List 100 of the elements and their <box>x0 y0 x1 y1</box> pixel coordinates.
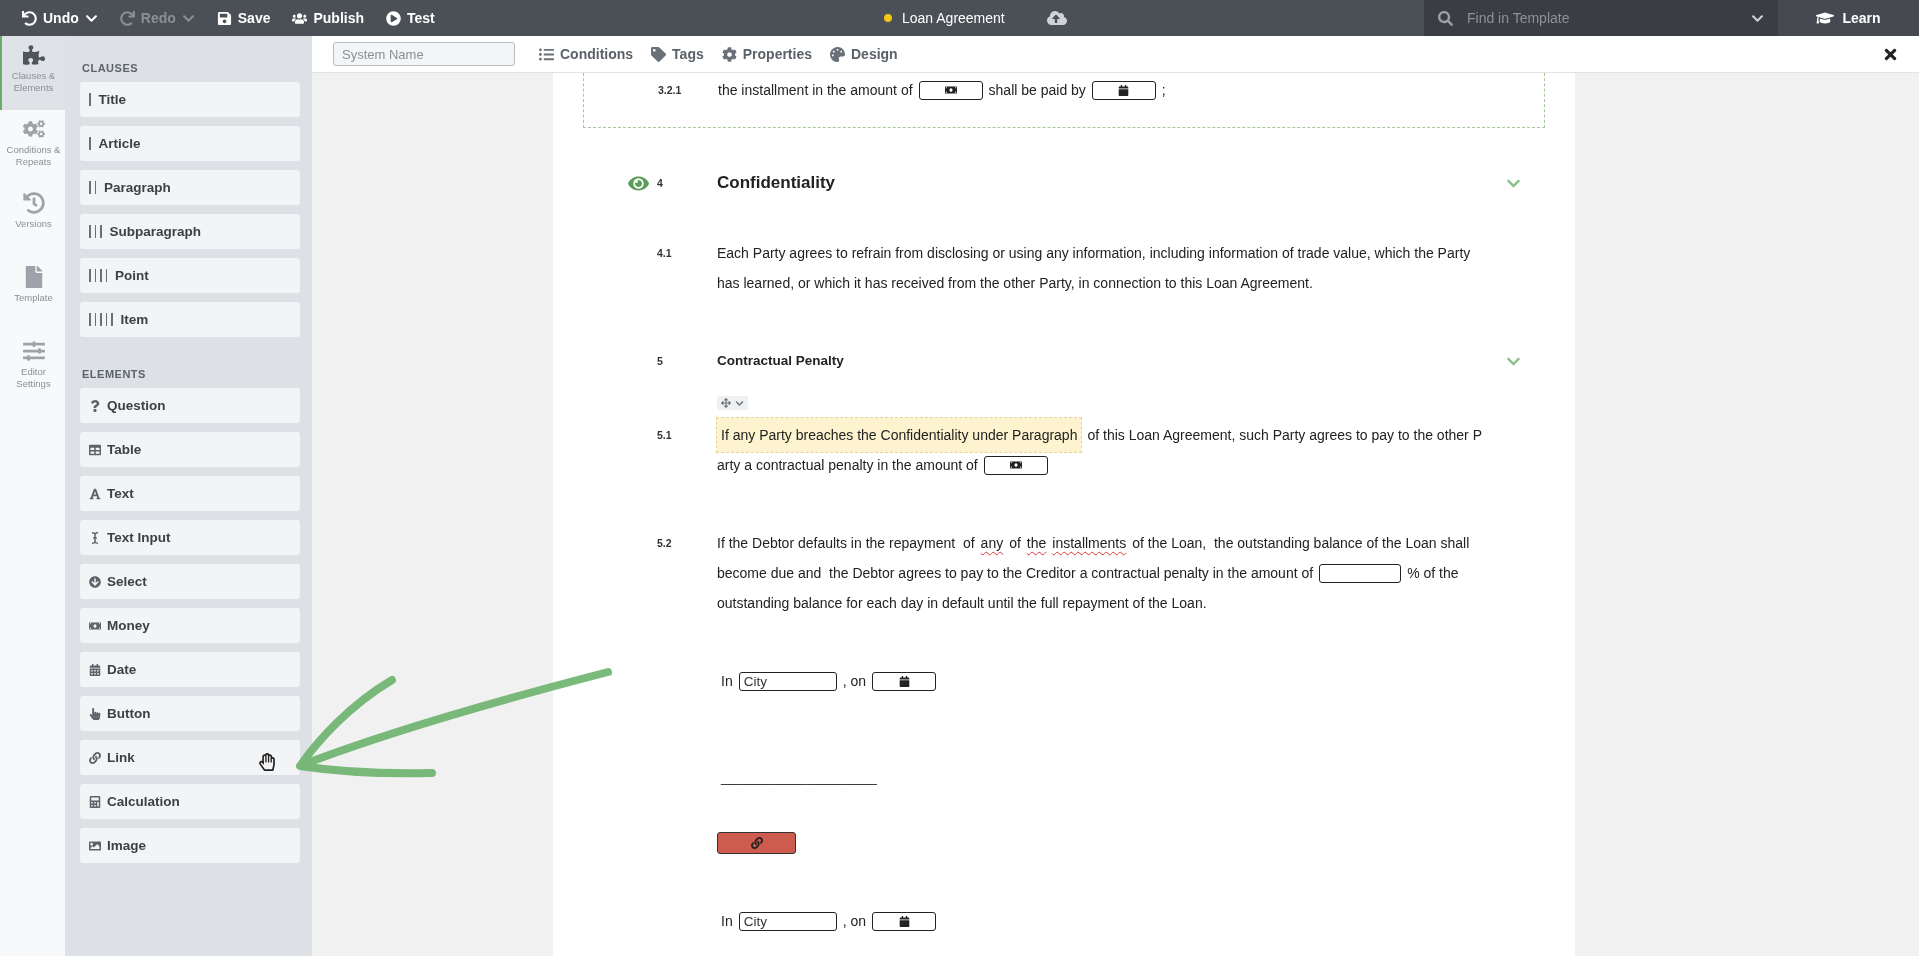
toolbar-button[interactable]: Undo <box>14 6 106 30</box>
palette-item[interactable]: Button <box>80 696 300 731</box>
misspelled-word: any <box>980 534 1004 553</box>
highlighted-text[interactable]: If any Party breaches the Confidentiality under Paragraph <box>717 418 1082 452</box>
palette-item[interactable]: Question <box>80 388 300 423</box>
signature-line: ____________________ <box>719 768 877 787</box>
palette-item[interactable]: Link <box>80 740 300 775</box>
palette-item[interactable]: Text <box>80 476 300 511</box>
caret-icon <box>735 398 744 408</box>
palette-item[interactable]: Select <box>80 564 300 599</box>
clause-text: ; <box>1161 81 1166 100</box>
date-field[interactable] <box>1091 80 1156 100</box>
clause-text: If the Debtor defaults in the repayment of <box>717 534 975 553</box>
clause-text: , on <box>842 912 867 931</box>
tag-icon <box>651 46 667 62</box>
money-icon <box>89 619 101 632</box>
palette-icon <box>830 46 845 62</box>
toolbar-tab[interactable]: Design <box>830 46 898 62</box>
font-icon <box>89 487 101 500</box>
users-icon <box>292 10 308 26</box>
level-bars-icon <box>89 313 115 326</box>
sidebar-tab-label: Clauses & Elements <box>10 70 57 94</box>
date-field[interactable] <box>872 671 937 691</box>
gears-icon <box>22 118 45 140</box>
calendar-icon <box>89 663 101 676</box>
search-icon <box>1438 10 1453 26</box>
clause-text: the installment in the amount of <box>718 81 913 100</box>
clause-text: of this Loan Agreement, such Party agrees to pay to the other P <box>1087 426 1482 445</box>
clause-number: 5.1 <box>657 428 673 443</box>
palette-item[interactable]: Money <box>80 608 300 643</box>
clause-text: arty a contractual penalty in the amount of <box>717 456 978 475</box>
text-field[interactable]: City <box>738 671 837 691</box>
document-title: Loan Agreement <box>902 10 1005 26</box>
list-icon <box>539 46 554 62</box>
palette-item[interactable]: Image <box>80 828 300 863</box>
cloud-upload-icon[interactable] <box>1046 8 1067 28</box>
search-bar[interactable]: Find in Template <box>1424 0 1778 36</box>
level-bars-icon <box>89 269 109 282</box>
sidebar-tab-label: Template <box>14 292 53 304</box>
misspelled-word: installments <box>1052 534 1127 553</box>
money-field[interactable] <box>983 455 1048 475</box>
palette-item[interactable]: Article <box>80 126 300 161</box>
level-bars-icon <box>89 181 98 194</box>
calculator-icon <box>89 795 101 808</box>
link-button[interactable] <box>717 832 796 854</box>
money-field[interactable] <box>918 80 983 100</box>
puzzle-icon <box>22 44 45 66</box>
system-name-field[interactable]: System Name <box>333 42 515 66</box>
clause-text: become due and the Debtor agrees to pay to the Creditor a contractual penalty in the amount of <box>717 564 1314 583</box>
misspelled-word: the <box>1026 534 1047 553</box>
table-icon <box>89 443 101 456</box>
link-icon <box>750 837 763 849</box>
pointer-hand-icon <box>89 707 101 720</box>
level-bars-icon <box>89 137 93 150</box>
clause-toolbar[interactable] <box>717 396 748 410</box>
palette-item[interactable]: Date <box>80 652 300 687</box>
clause-text: outstanding balance for each day in default until the full repayment of the Loan. <box>717 594 1207 613</box>
toolbar-button[interactable]: Save <box>208 6 279 30</box>
toolbar-tab[interactable]: Tags <box>651 46 704 62</box>
sidebar-tab-label: Versions <box>15 218 52 230</box>
text-cursor-icon <box>89 531 101 544</box>
clause-number: 4.1 <box>657 246 673 261</box>
toolbar-button[interactable]: Test <box>378 6 443 30</box>
toolbar-tab[interactable]: Conditions <box>539 46 634 62</box>
clause-title: Confidentiality <box>717 172 837 194</box>
hand-cursor-icon <box>258 753 276 771</box>
clause-text: , on <box>842 672 867 691</box>
palette-item[interactable]: Paragraph <box>80 170 300 205</box>
palette-item[interactable]: Calculation <box>80 784 300 819</box>
learn-button[interactable]: Learn <box>1778 0 1919 36</box>
palette-item[interactable]: Text Input <box>80 520 300 555</box>
palette-item[interactable]: Item <box>80 302 300 337</box>
clause-text: of the Loan, the outstanding balance of the Loan shall <box>1132 534 1470 553</box>
palette-item[interactable]: Point <box>80 258 300 293</box>
sidebar-tab-label: Conditions & Repeats <box>5 144 62 168</box>
clause-number: 5 <box>657 354 664 369</box>
sidebar-tab-label: Editor Settings <box>15 366 52 390</box>
question-icon <box>89 399 101 412</box>
palette-item[interactable]: Subparagraph <box>80 214 300 249</box>
palette-item[interactable]: Table <box>80 432 300 467</box>
toolbar-tab[interactable]: Properties <box>721 46 812 62</box>
undo-icon <box>22 10 37 26</box>
clause-text: shall be paid by <box>988 81 1086 100</box>
text-field[interactable]: City <box>738 911 837 931</box>
clause-number: 3.2.1 <box>658 83 683 98</box>
clause-number: 5.2 <box>657 536 673 551</box>
calendar-icon <box>1118 84 1130 96</box>
level-bars-icon <box>89 225 104 238</box>
palette-item[interactable]: Title <box>80 82 300 117</box>
redo-icon <box>119 10 135 26</box>
clause-text: of <box>1009 534 1021 553</box>
date-field[interactable] <box>872 911 937 931</box>
save-icon <box>216 10 232 26</box>
search-field[interactable]: Find in Template <box>1465 9 1739 27</box>
money-icon <box>944 84 957 96</box>
move-icon <box>721 398 731 408</box>
settings-icon <box>721 46 737 62</box>
text-field[interactable] <box>1319 563 1402 583</box>
toolbar-button[interactable]: Publish <box>284 6 373 30</box>
history-icon <box>22 192 45 214</box>
